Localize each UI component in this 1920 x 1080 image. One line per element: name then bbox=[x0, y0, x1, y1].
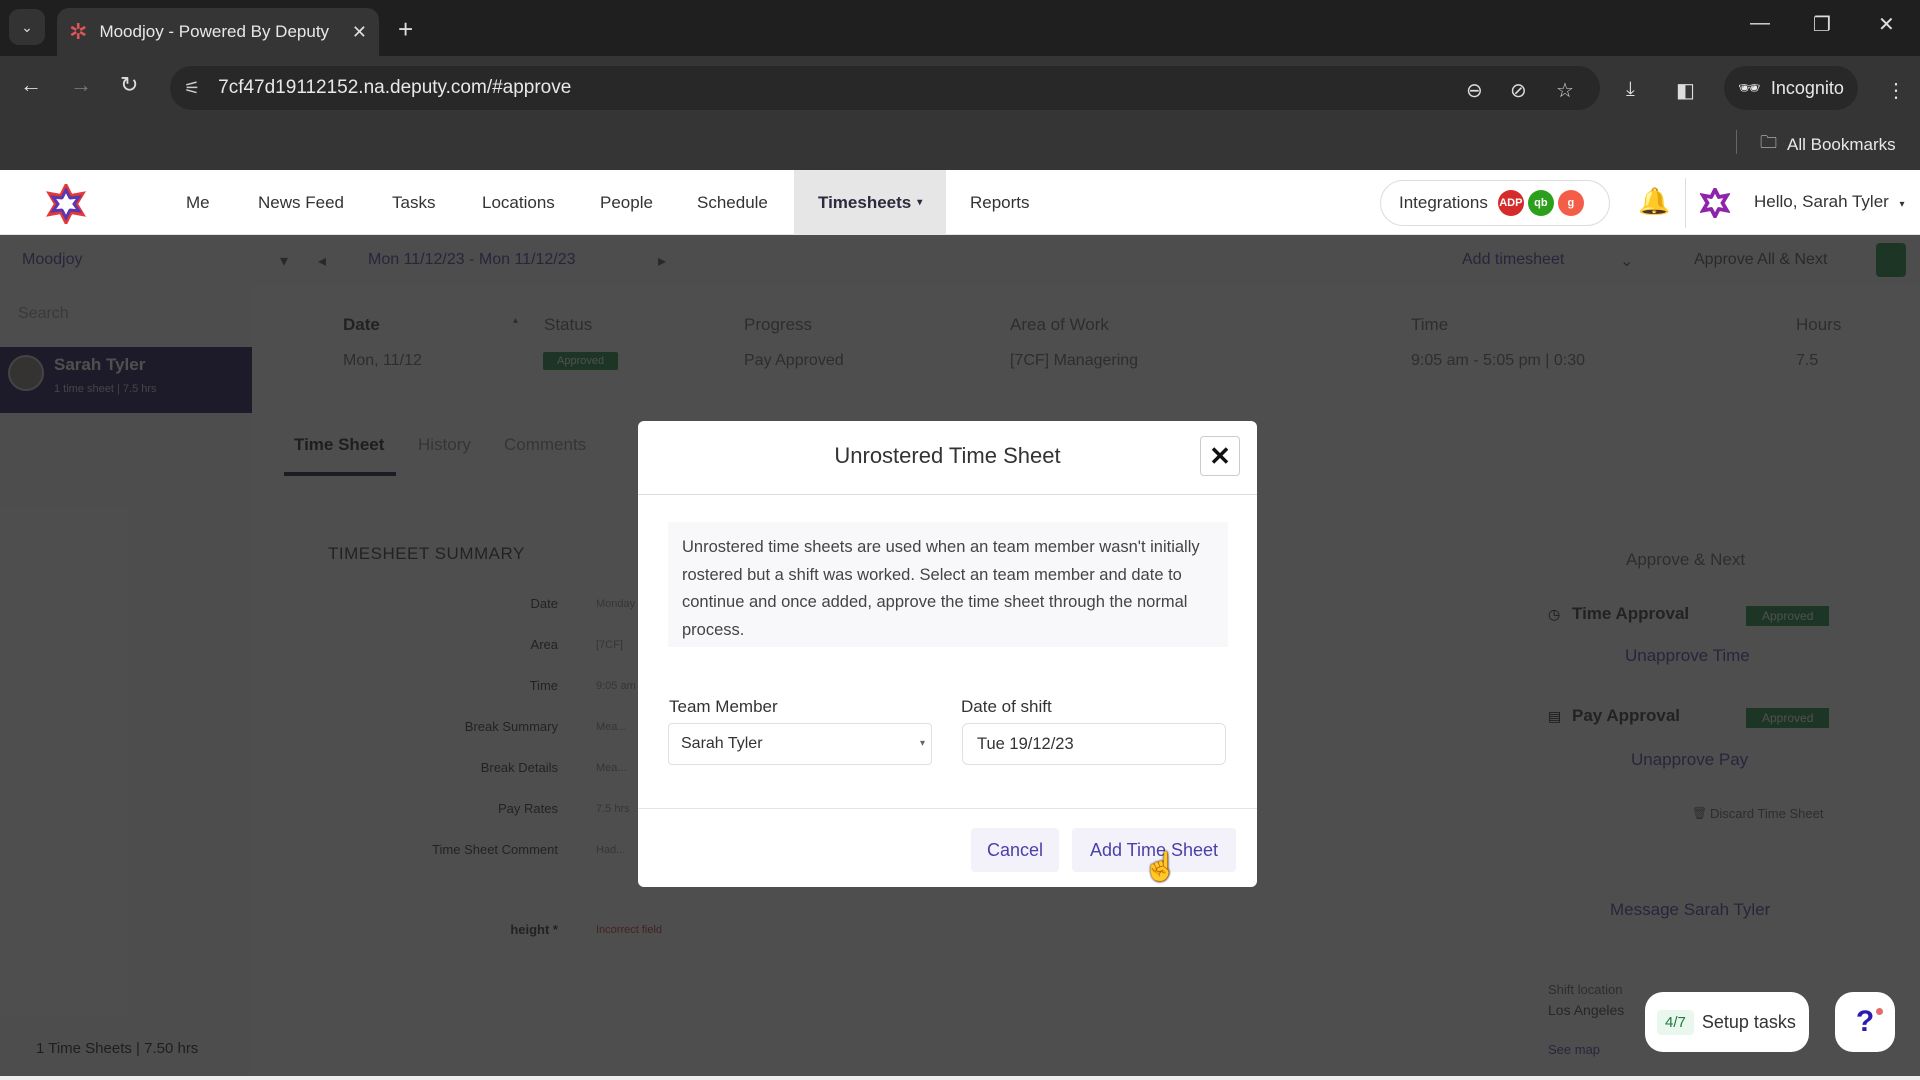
new-tab-button[interactable]: + bbox=[398, 14, 413, 45]
horizontal-scrollbar[interactable] bbox=[0, 1076, 1920, 1080]
forward-icon[interactable]: → bbox=[70, 72, 92, 98]
tab-search-button[interactable]: ⌄ bbox=[9, 9, 45, 45]
top-navigation: Me News Feed Tasks Locations People Sche… bbox=[0, 170, 1920, 235]
team-member-label: Team Member bbox=[669, 697, 778, 716]
site-info-icon[interactable]: ⚟ bbox=[184, 78, 200, 99]
all-bookmarks-label: All Bookmarks bbox=[1787, 134, 1896, 154]
deputy-favicon-icon: ✲ bbox=[69, 19, 88, 44]
hand-cursor-icon: ☝ bbox=[1143, 851, 1178, 882]
nav-locations[interactable]: Locations bbox=[478, 170, 559, 235]
integrations-button[interactable]: Integrations ADP qb g bbox=[1380, 180, 1610, 226]
caret-down-icon: ▾ bbox=[919, 738, 925, 749]
close-window-icon[interactable]: ✕ bbox=[1878, 12, 1895, 37]
folder-icon: 🗀 bbox=[1760, 133, 1777, 152]
nav-me[interactable]: Me bbox=[182, 170, 214, 235]
close-modal-button[interactable]: ✕ bbox=[1200, 436, 1240, 476]
eye-off-icon[interactable]: ⊘ bbox=[1510, 78, 1527, 103]
incognito-indicator[interactable]: 🕶 Incognito bbox=[1724, 66, 1858, 110]
modal-footer-divider bbox=[638, 808, 1257, 809]
date-of-shift-label: Date of shift bbox=[961, 697, 1052, 716]
help-button[interactable]: ? bbox=[1835, 992, 1895, 1052]
setup-tasks-label: Setup tasks bbox=[1701, 1011, 1796, 1032]
team-member-select[interactable]: Sarah Tyler ▾ bbox=[668, 723, 932, 765]
nav-news-feed[interactable]: News Feed bbox=[254, 170, 348, 235]
nav-reports[interactable]: Reports bbox=[966, 170, 1034, 235]
url-text: 7cf47d19112152.na.deputy.com/#approve bbox=[218, 77, 572, 98]
minimize-icon[interactable]: — bbox=[1750, 12, 1770, 35]
all-bookmarks-button[interactable]: 🗀 All Bookmarks bbox=[1760, 130, 1896, 159]
setup-tasks-button[interactable]: 4/7 Setup tasks bbox=[1645, 992, 1809, 1052]
close-tab-icon[interactable]: ✕ bbox=[352, 22, 367, 43]
bookmarks-divider bbox=[1736, 130, 1737, 154]
team-member-value: Sarah Tyler bbox=[681, 735, 763, 752]
date-of-shift-input[interactable]: Tue 19/12/23 bbox=[962, 723, 1226, 765]
notification-dot bbox=[1876, 1008, 1883, 1015]
address-bar[interactable]: ⚟ 7cf47d19112152.na.deputy.com/#approve bbox=[170, 66, 1600, 110]
incognito-icon: 🕶 bbox=[1738, 77, 1761, 98]
browser-tab-bar: ⌄ ✲ Moodjoy - Powered By Deputy ✕ + — ❐ … bbox=[0, 0, 1920, 56]
bookmarks-bar bbox=[0, 118, 1920, 170]
nav-timesheets[interactable]: Timesheets ▾ bbox=[794, 170, 947, 235]
gusto-icon: g bbox=[1557, 190, 1584, 216]
integrations-label: Integrations bbox=[1399, 193, 1488, 212]
unrostered-timesheet-modal: Unrostered Time Sheet ✕ Unrostered time … bbox=[638, 421, 1257, 887]
restore-icon[interactable]: ❐ bbox=[1813, 12, 1831, 37]
caret-down-icon: ▾ bbox=[917, 197, 923, 208]
browser-tab[interactable]: ✲ Moodjoy - Powered By Deputy ✕ bbox=[57, 8, 379, 56]
nav-divider bbox=[1685, 178, 1686, 228]
notifications-bell-icon[interactable]: 🔔 bbox=[1638, 186, 1670, 217]
tab-title: Moodjoy - Powered By Deputy bbox=[99, 22, 330, 41]
chevron-down-icon: ⌄ bbox=[21, 18, 33, 35]
incognito-label: Incognito bbox=[1770, 77, 1844, 98]
question-mark-icon: ? bbox=[1855, 1005, 1875, 1038]
adp-icon: ADP bbox=[1497, 190, 1524, 216]
moodjoy-logo-icon[interactable] bbox=[46, 184, 86, 224]
nav-tasks[interactable]: Tasks bbox=[388, 170, 439, 235]
modal-header-divider bbox=[638, 494, 1257, 495]
menu-kebab-icon[interactable]: ⋮ bbox=[1886, 78, 1906, 103]
nav-timesheets-label: Timesheets bbox=[818, 192, 912, 212]
star-icon[interactable]: ☆ bbox=[1556, 78, 1574, 103]
zoom-out-icon[interactable]: ⊖ bbox=[1466, 78, 1483, 103]
close-icon: ✕ bbox=[1209, 440, 1231, 471]
user-org-logo-icon bbox=[1700, 188, 1730, 218]
setup-progress-count: 4/7 bbox=[1657, 1009, 1694, 1035]
cancel-button[interactable]: Cancel bbox=[971, 828, 1059, 872]
nav-people[interactable]: People bbox=[596, 170, 657, 235]
greeting-text: Hello, Sarah Tyler bbox=[1754, 192, 1889, 211]
reload-icon[interactable]: ↻ bbox=[120, 72, 138, 98]
date-of-shift-value: Tue 19/12/23 bbox=[977, 734, 1074, 753]
modal-title: Unrostered Time Sheet bbox=[834, 443, 1061, 468]
caret-down-icon: ▾ bbox=[1899, 199, 1905, 210]
back-icon[interactable]: ← bbox=[20, 72, 42, 98]
modal-info-text: Unrostered time sheets are used when an … bbox=[668, 522, 1228, 647]
user-menu[interactable]: Hello, Sarah Tyler ▾ bbox=[1754, 192, 1905, 212]
download-icon[interactable]: ⤓ bbox=[1626, 78, 1635, 101]
nav-schedule[interactable]: Schedule bbox=[693, 170, 772, 235]
side-panel-icon[interactable]: ◧ bbox=[1676, 78, 1695, 103]
quickbooks-icon: qb bbox=[1527, 190, 1554, 216]
